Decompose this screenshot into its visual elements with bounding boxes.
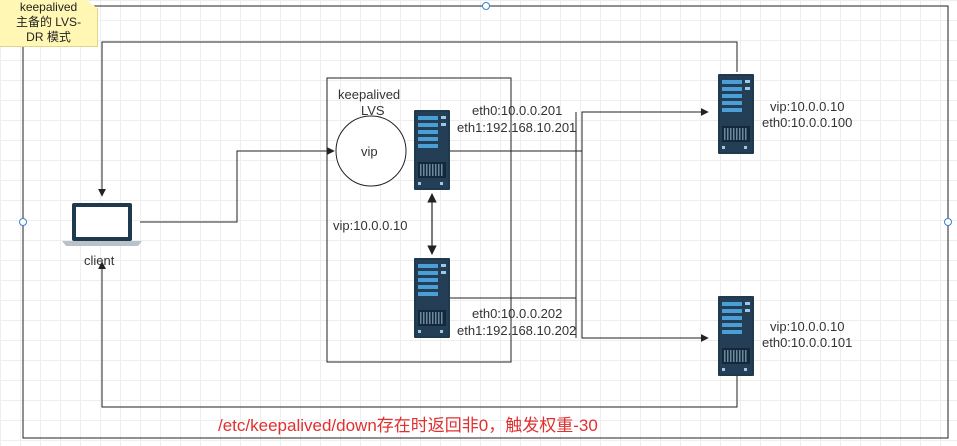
title-note[interactable]: keepalived 主备的 LVS- DR 模式	[0, 0, 98, 47]
backup-eth0-label: eth0:10.0.0.202	[472, 306, 563, 321]
director-master-server-icon[interactable]	[414, 110, 450, 190]
rs2-vip-label: vip:10.0.0.10	[770, 319, 845, 334]
real-server-2-icon[interactable]	[718, 296, 754, 376]
rs2-eth0-label: eth0:10.0.0.101	[762, 335, 853, 350]
master-eth0-label: eth0:10.0.0.201	[472, 103, 563, 118]
client-to-vip-connector	[140, 147, 335, 223]
client-label: client	[84, 253, 115, 268]
selection-handle-right[interactable]	[944, 218, 952, 226]
real-server-1-icon[interactable]	[718, 74, 754, 154]
note-line-2: 主备的 LVS-	[15, 15, 82, 29]
lvs-vip-label: vip:10.0.0.10	[333, 218, 408, 233]
note-line-3: DR 模式	[26, 30, 71, 44]
vip-circle-label: vip	[361, 144, 378, 159]
selection-handle-top[interactable]	[482, 2, 490, 10]
rs1-eth0-label: eth0:10.0.0.100	[762, 115, 853, 130]
down-file-caption: /etc/keepalived/down存在时返回非0，触发权重-30	[218, 416, 598, 435]
lvs-group-title-line2: LVS	[361, 103, 385, 118]
note-line-1: keepalived	[19, 0, 78, 14]
laptop-icon[interactable]	[62, 203, 142, 246]
backup-eth1-label: eth1:192.168.10.202	[457, 323, 577, 338]
selection-handle-left[interactable]	[19, 218, 27, 226]
diagram-canvas	[19, 2, 952, 439]
master-eth1-label: eth1:192.168.10.201	[457, 120, 577, 135]
lvs-group-title-line1: keepalived	[338, 87, 401, 102]
director-backup-server-icon[interactable]	[414, 258, 450, 338]
rs1-vip-label: vip:10.0.0.10	[770, 99, 845, 114]
backup-to-rs1-connector	[450, 112, 577, 299]
master-to-rs2-connector	[581, 151, 709, 342]
